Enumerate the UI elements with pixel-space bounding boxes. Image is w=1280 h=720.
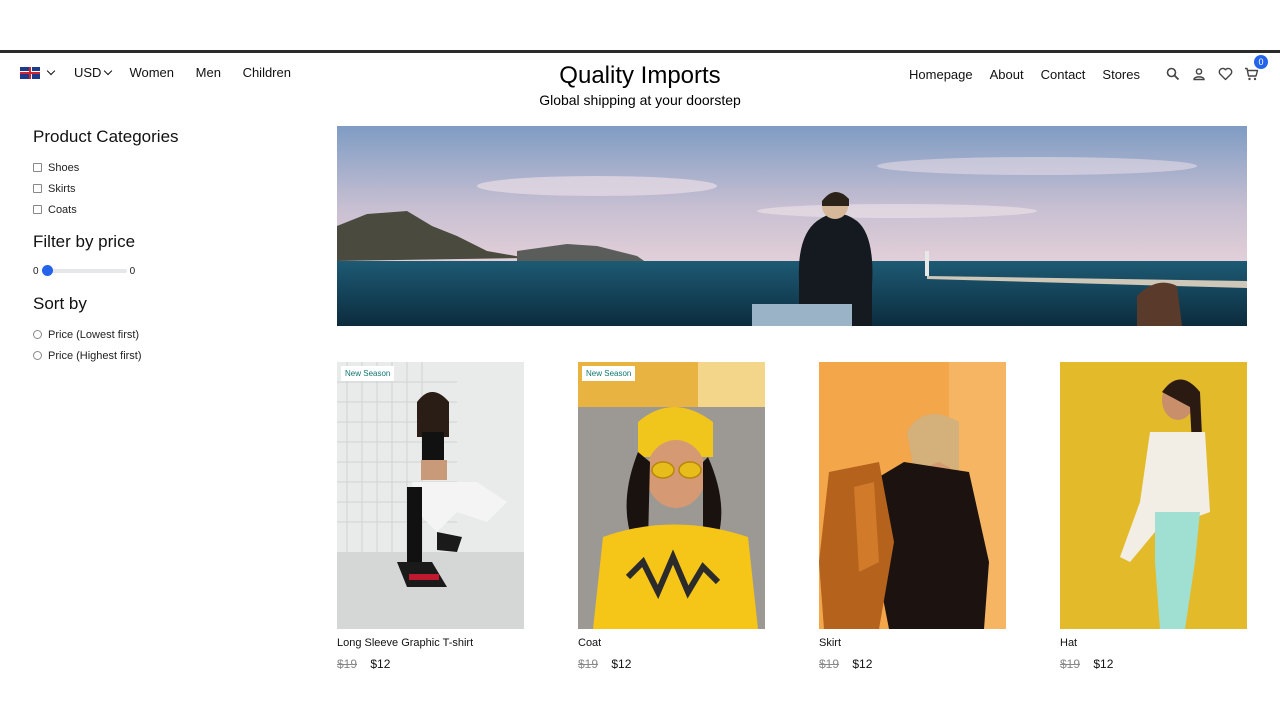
product-name[interactable]: Hat — [1060, 637, 1247, 649]
checkbox[interactable] — [33, 163, 42, 172]
product-card[interactable]: Hat $19 $12 — [1060, 362, 1247, 671]
checkbox[interactable] — [33, 184, 42, 193]
product-card[interactable]: New Season Coat $19 $12 — [578, 362, 765, 671]
product-image[interactable] — [1060, 362, 1247, 629]
category-shoes[interactable]: Shoes — [33, 157, 293, 178]
categories-title: Product Categories — [33, 127, 179, 146]
product-prices: $19 $12 — [578, 657, 765, 671]
price-slider: 0 0 — [33, 262, 293, 280]
cart-icon[interactable]: 0 — [1242, 55, 1268, 83]
checkbox[interactable] — [33, 205, 42, 214]
price-section: Filter by price 0 0 — [33, 232, 293, 280]
new-season-tag: New Season — [582, 366, 636, 381]
price-title: Filter by price — [33, 232, 136, 251]
radio[interactable] — [33, 330, 42, 339]
nav-contact[interactable]: Contact — [1041, 67, 1086, 82]
category-coats[interactable]: Coats — [33, 199, 293, 220]
price-max: 0 — [129, 265, 136, 277]
sale-price: $12 — [370, 657, 391, 671]
sort-highest-first[interactable]: Price (Highest first) — [33, 345, 293, 366]
sale-price: $12 — [1093, 657, 1114, 671]
product-image[interactable]: New Season — [337, 362, 524, 629]
sidebar: Product Categories Shoes Skirts Coats Fi… — [33, 127, 293, 380]
user-icon[interactable] — [1190, 65, 1208, 83]
search-icon[interactable] — [1164, 65, 1182, 83]
old-price: $19 — [819, 657, 840, 671]
sale-price: $12 — [611, 657, 632, 671]
banner-image — [337, 126, 1247, 326]
header-icons: 0 — [1156, 55, 1268, 83]
sort-label: Price (Lowest first) — [48, 328, 140, 341]
nav-about[interactable]: About — [990, 67, 1024, 82]
product-image[interactable]: New Season — [578, 362, 765, 629]
product-card[interactable]: Skirt $19 $12 — [819, 362, 1006, 671]
nav-stores[interactable]: Stores — [1102, 67, 1140, 82]
product-name[interactable]: Skirt — [819, 637, 1006, 649]
price-slider-track[interactable] — [41, 265, 127, 276]
product-name[interactable]: Coat — [578, 637, 765, 649]
new-season-tag: New Season — [341, 366, 395, 381]
header: USD Women Men Children Quality Imports G… — [0, 53, 1280, 115]
old-price: $19 — [1060, 657, 1081, 671]
old-price: $19 — [578, 657, 599, 671]
sort-title: Sort by — [33, 294, 87, 313]
product-name[interactable]: Long Sleeve Graphic T-shirt — [337, 637, 524, 649]
header-right: Homepage About Contact Stores 0 — [892, 55, 1268, 83]
product-prices: $19 $12 — [819, 657, 1006, 671]
site-subtitle: Global shipping at your doorstep — [539, 92, 741, 108]
cart-count-badge: 0 — [1254, 55, 1268, 69]
product-prices: $19 $12 — [337, 657, 524, 671]
category-label: Skirts — [48, 182, 76, 195]
radio[interactable] — [33, 351, 42, 360]
sort-section: Sort by Price (Lowest first) Price (High… — [33, 294, 293, 366]
price-slider-thumb[interactable] — [41, 265, 53, 276]
category-label: Coats — [48, 203, 77, 216]
price-min: 0 — [33, 265, 39, 277]
category-skirts[interactable]: Skirts — [33, 178, 293, 199]
category-label: Shoes — [48, 161, 80, 174]
sort-label: Price (Highest first) — [48, 349, 142, 362]
sort-lowest-first[interactable]: Price (Lowest first) — [33, 324, 293, 345]
product-prices: $19 $12 — [1060, 657, 1247, 671]
sale-price: $12 — [852, 657, 873, 671]
categories-section: Product Categories Shoes Skirts Coats — [33, 127, 293, 220]
product-image[interactable] — [819, 362, 1006, 629]
heart-icon[interactable] — [1216, 65, 1234, 83]
product-card[interactable]: New Season Long Sleeve Graphic T-shirt $… — [337, 362, 524, 671]
hero-banner — [337, 126, 1247, 326]
nav-homepage[interactable]: Homepage — [909, 67, 973, 82]
old-price: $19 — [337, 657, 358, 671]
